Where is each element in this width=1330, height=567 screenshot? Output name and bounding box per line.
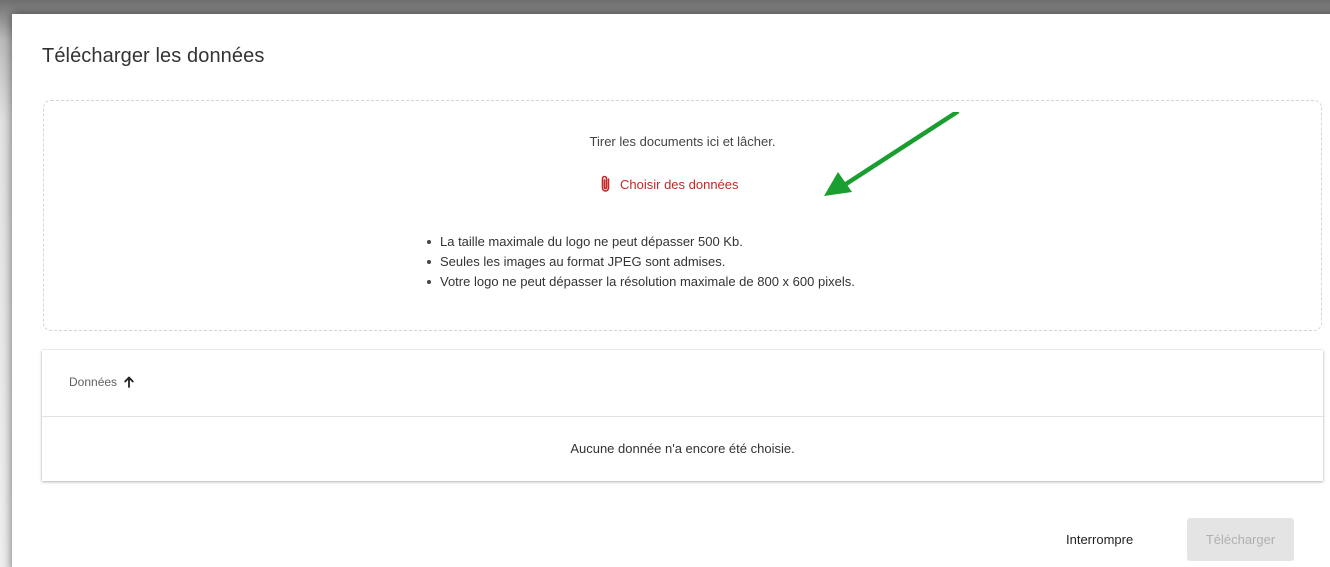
upload-rules-list: La taille maximale du logo ne peut dépas…: [427, 232, 855, 292]
empty-table-message: Aucune donnée n'a encore été choisie.: [570, 441, 795, 456]
file-dropzone[interactable]: Tirer les documents ici et lâcher. Chois…: [43, 100, 1322, 331]
page-backdrop: Télécharger les données Tirer les docume…: [0, 0, 1330, 567]
annotation-arrow-icon: [824, 112, 960, 196]
files-table: Données Aucune donnée n'a encore été cho…: [42, 350, 1323, 481]
upload-rule-item: La taille maximale du logo ne peut dépas…: [427, 232, 855, 252]
drop-hint-text: Tirer les documents ici et lâcher.: [589, 134, 776, 149]
upload-rule-item: Seules les images au format JPEG sont ad…: [427, 252, 855, 272]
choose-files-button[interactable]: Choisir des données: [599, 173, 739, 195]
choose-files-label: Choisir des données: [620, 176, 739, 192]
dialog-title: Télécharger les données: [42, 45, 265, 67]
table-header: Données: [42, 350, 1323, 417]
paperclip-icon: [599, 174, 612, 194]
column-header-data[interactable]: Données: [69, 375, 134, 389]
upload-dialog: Télécharger les données Tirer les docume…: [12, 14, 1330, 567]
cancel-button[interactable]: Interrompre: [1058, 525, 1141, 553]
upload-button[interactable]: Télécharger: [1187, 518, 1294, 561]
arrow-up-icon: [124, 376, 134, 388]
upload-rule-item: Votre logo ne peut dépasser la résolutio…: [427, 272, 855, 292]
column-header-label: Données: [69, 375, 118, 389]
